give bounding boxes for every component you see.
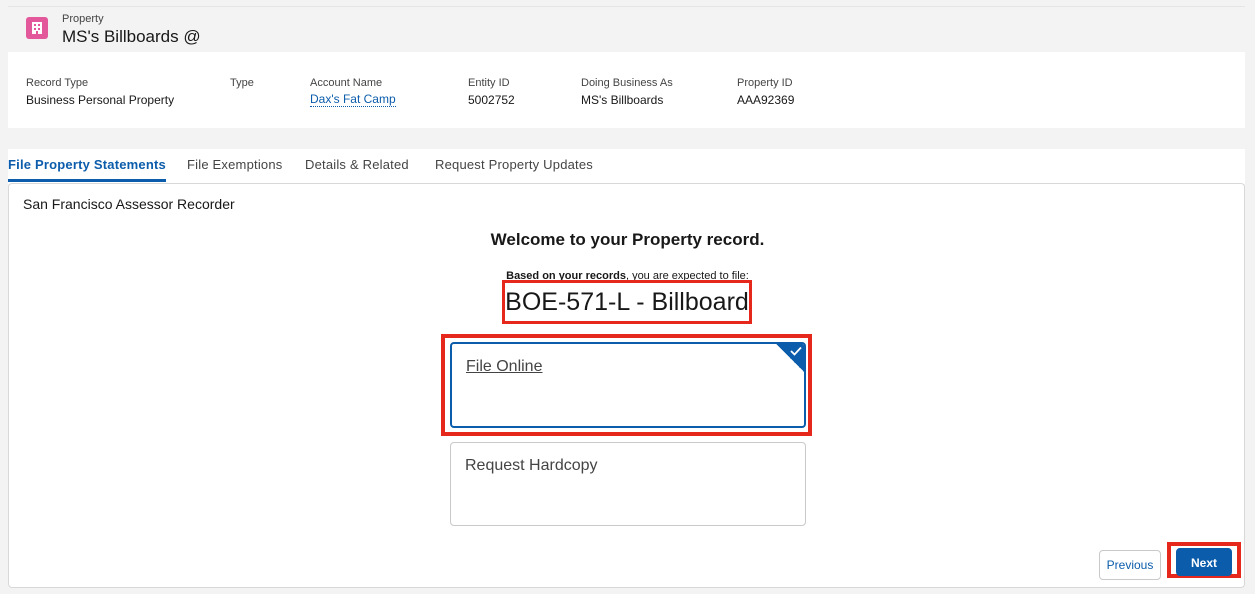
option-request-hardcopy[interactable]: Request Hardcopy — [450, 442, 806, 526]
previous-button[interactable]: Previous — [1099, 550, 1161, 580]
tab-file-exemptions[interactable]: File Exemptions — [187, 149, 282, 182]
highlights-panel: Record Type Business Personal Property T… — [8, 52, 1245, 128]
next-button[interactable]: Next — [1176, 548, 1232, 576]
field-entity-id: Entity ID 5002752 — [468, 77, 515, 107]
tab-request-property-updates[interactable]: Request Property Updates — [435, 149, 593, 182]
filing-panel: San Francisco Assessor Recorder Welcome … — [8, 183, 1245, 588]
form-name: BOE-571-L - Billboard — [502, 280, 752, 324]
field-account-name: Account Name Dax's Fat Camp — [310, 77, 396, 107]
field-dba: Doing Business As MS's Billboards — [581, 77, 673, 107]
tab-details-related[interactable]: Details & Related — [305, 149, 409, 182]
option-label: File Online — [466, 358, 543, 375]
option-file-online[interactable]: File Online — [450, 342, 806, 428]
option-label: Request Hardcopy — [465, 457, 598, 474]
building-icon — [26, 17, 48, 39]
field-type: Type — [230, 77, 254, 89]
account-name-link[interactable]: Dax's Fat Camp — [310, 92, 396, 107]
organization-name: San Francisco Assessor Recorder — [23, 196, 235, 212]
field-record-type: Record Type Business Personal Property — [26, 77, 175, 107]
object-type-label: Property — [62, 13, 104, 25]
tab-file-property-statements[interactable]: File Property Statements — [8, 149, 166, 182]
tab-bar: File Property Statements File Exemptions… — [8, 149, 1245, 184]
record-title: MS's Billboards @ — [62, 27, 201, 46]
welcome-heading: Welcome to your Property record. — [490, 230, 765, 249]
checkmark-icon — [776, 344, 804, 372]
field-property-id: Property ID AAA92369 — [737, 77, 795, 107]
